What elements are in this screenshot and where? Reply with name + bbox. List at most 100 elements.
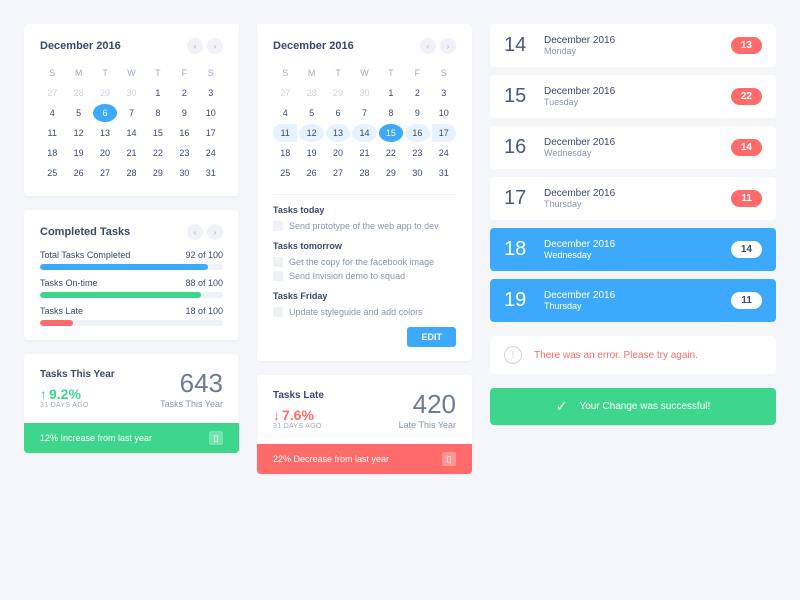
checkbox-icon[interactable]	[273, 221, 283, 231]
checkbox-icon[interactable]	[273, 271, 283, 281]
calendar-day[interactable]: 11	[40, 124, 64, 142]
calendar-day[interactable]: 9	[405, 104, 429, 122]
prev-icon[interactable]: ‹	[187, 38, 203, 54]
checkbox-icon[interactable]	[273, 307, 283, 317]
calendar-day[interactable]: 12	[66, 124, 90, 142]
calendar-day[interactable]: 24	[199, 144, 223, 162]
calendar-day[interactable]: 5	[66, 104, 90, 122]
calendar-day[interactable]: 19	[299, 144, 323, 162]
day-row[interactable]: 14December 2016Monday13	[490, 24, 776, 67]
day-row[interactable]: 17December 2016Thursday11	[490, 177, 776, 220]
calendar-day[interactable]: 17	[432, 124, 456, 142]
task-item[interactable]: Send prototype of the web app to dev	[273, 219, 456, 233]
calendar-day[interactable]: 12	[299, 124, 323, 142]
calendar-day[interactable]: 15	[379, 124, 403, 142]
day-row[interactable]: 18December 2016Wednesday14	[490, 228, 776, 271]
calendar-day[interactable]: 25	[273, 164, 297, 182]
calendar-day[interactable]: 29	[146, 164, 170, 182]
calendar-day[interactable]: 13	[93, 124, 117, 142]
calendar-day[interactable]: 11	[273, 124, 297, 142]
calendar-day[interactable]: 17	[199, 124, 223, 142]
calendar-day[interactable]: 30	[352, 84, 376, 102]
next-icon[interactable]: ›	[440, 38, 456, 54]
calendar-day[interactable]: 22	[146, 144, 170, 162]
day-row[interactable]: 16December 2016Wednesday14	[490, 126, 776, 169]
calendar-day[interactable]: 26	[66, 164, 90, 182]
next-icon[interactable]: ›	[207, 38, 223, 54]
calendar-day[interactable]: 28	[299, 84, 323, 102]
calendar-day[interactable]: 29	[326, 84, 350, 102]
calendar-day[interactable]: 30	[172, 164, 196, 182]
calendar-day[interactable]: 5	[299, 104, 323, 122]
calendar-day[interactable]: 10	[432, 104, 456, 122]
chart-icon[interactable]: ▯	[442, 452, 456, 466]
calendar-day[interactable]: 18	[273, 144, 297, 162]
calendar-day[interactable]: 10	[199, 104, 223, 122]
day-row[interactable]: 19December 2016Thursday11	[490, 279, 776, 322]
calendar-day[interactable]: 13	[326, 124, 350, 142]
calendar-day[interactable]: 20	[93, 144, 117, 162]
count-badge: 11	[731, 292, 762, 309]
calendar-day[interactable]: 31	[199, 164, 223, 182]
prev-icon[interactable]: ‹	[420, 38, 436, 54]
task-item[interactable]: Send Invision demo to squad	[273, 269, 456, 283]
calendar-day[interactable]: 22	[379, 144, 403, 162]
task-item[interactable]: Get the copy for the facebook image	[273, 255, 456, 269]
arrow-up-icon: ↑	[40, 386, 47, 402]
day-row[interactable]: 15December 2016Tuesday22	[490, 75, 776, 118]
calendar-day[interactable]: 4	[40, 104, 64, 122]
calendar-day[interactable]: 21	[352, 144, 376, 162]
calendar-day[interactable]: 28	[119, 164, 143, 182]
calendar-day[interactable]: 7	[119, 104, 143, 122]
checkbox-icon[interactable]	[273, 257, 283, 267]
day-header: T	[379, 64, 403, 82]
stat-footer: 22% Decrease from last year ▯	[257, 444, 472, 474]
calendar-day[interactable]: 2	[172, 84, 196, 102]
next-icon[interactable]: ›	[207, 224, 223, 240]
edit-button[interactable]: EDIT	[407, 327, 456, 347]
calendar-day[interactable]: 23	[405, 144, 429, 162]
calendar-day[interactable]: 30	[405, 164, 429, 182]
calendar-day[interactable]: 29	[379, 164, 403, 182]
calendar-day[interactable]: 27	[93, 164, 117, 182]
calendar-day[interactable]: 23	[172, 144, 196, 162]
stat-sub: Tasks This Year	[160, 399, 223, 409]
day-list: 14December 2016Monday13 15December 2016Tu…	[490, 24, 776, 322]
calendar-day[interactable]: 30	[119, 84, 143, 102]
calendar-day[interactable]: 27	[273, 84, 297, 102]
calendar-day[interactable]: 25	[40, 164, 64, 182]
calendar-day[interactable]: 6	[326, 104, 350, 122]
calendar-day[interactable]: 28	[352, 164, 376, 182]
chart-icon[interactable]: ▯	[209, 431, 223, 445]
task-item[interactable]: Update styleguide and add colors	[273, 305, 456, 319]
calendar-day[interactable]: 1	[379, 84, 403, 102]
calendar-day[interactable]: 6	[93, 104, 117, 122]
calendar-day[interactable]: 16	[405, 124, 429, 142]
calendar-day[interactable]: 31	[432, 164, 456, 182]
prev-icon[interactable]: ‹	[187, 224, 203, 240]
calendar-day[interactable]: 3	[432, 84, 456, 102]
calendar-day[interactable]: 14	[352, 124, 376, 142]
calendar-day[interactable]: 16	[172, 124, 196, 142]
calendar-day[interactable]: 20	[326, 144, 350, 162]
calendar-day[interactable]: 27	[326, 164, 350, 182]
calendar-day[interactable]: 18	[40, 144, 64, 162]
calendar-day[interactable]: 7	[352, 104, 376, 122]
calendar-day[interactable]: 9	[172, 104, 196, 122]
calendar-day[interactable]: 19	[66, 144, 90, 162]
calendar-day[interactable]: 8	[379, 104, 403, 122]
calendar-day[interactable]: 4	[273, 104, 297, 122]
calendar-day[interactable]: 21	[119, 144, 143, 162]
calendar-day[interactable]: 24	[432, 144, 456, 162]
calendar-day[interactable]: 14	[119, 124, 143, 142]
calendar-day[interactable]: 3	[199, 84, 223, 102]
calendar-day[interactable]: 2	[405, 84, 429, 102]
calendar-day[interactable]: 29	[93, 84, 117, 102]
calendar-day[interactable]: 1	[146, 84, 170, 102]
calendar-day[interactable]: 15	[146, 124, 170, 142]
calendar-day[interactable]: 27	[40, 84, 64, 102]
progress-bar	[40, 292, 223, 298]
calendar-day[interactable]: 28	[66, 84, 90, 102]
calendar-day[interactable]: 8	[146, 104, 170, 122]
calendar-day[interactable]: 26	[299, 164, 323, 182]
